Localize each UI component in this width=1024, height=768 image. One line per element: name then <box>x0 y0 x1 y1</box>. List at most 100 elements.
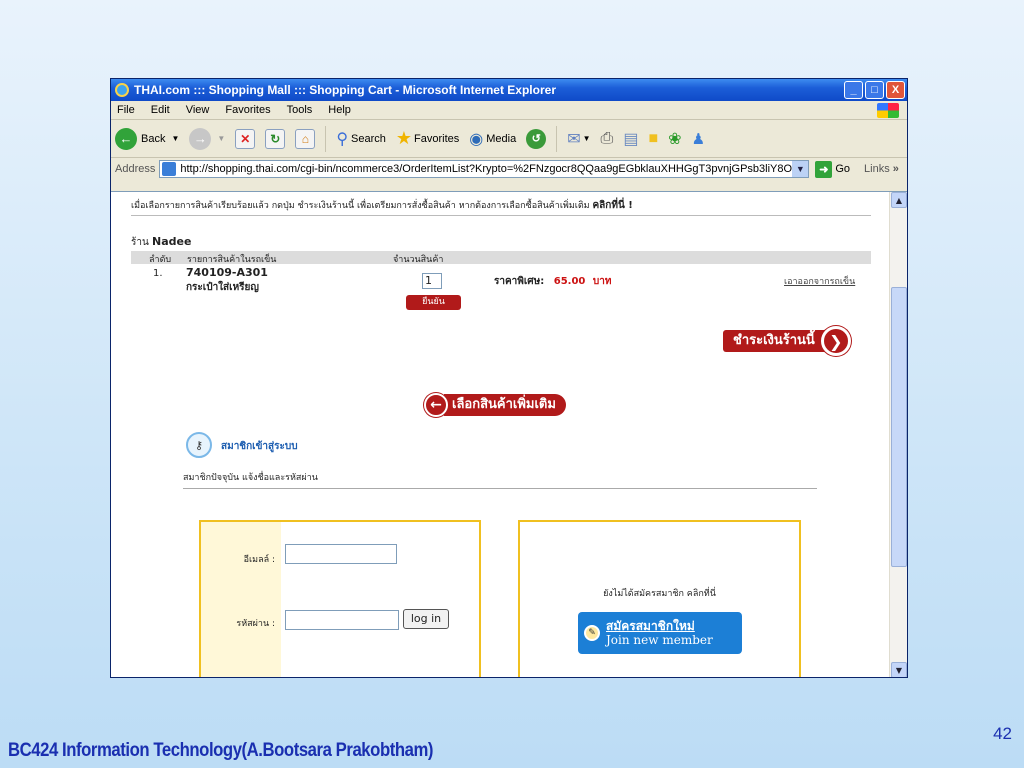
login-label-column <box>201 522 281 677</box>
price-unit: บาท <box>592 276 612 287</box>
window-title: THAI.com ::: Shopping Mall ::: Shopping … <box>134 83 556 97</box>
media-button[interactable]: ◉ Media <box>469 129 516 149</box>
arrow-left-icon: ← <box>424 393 448 417</box>
print-icon[interactable]: ⎙ <box>601 130 614 148</box>
register-icon: ✎ <box>584 625 600 641</box>
go-button[interactable]: ➜ Go <box>815 160 851 178</box>
register-box: ยังไม่ได้สมัครสมาชิก คลิกที่นี่ ✎ สมัครส… <box>518 520 801 677</box>
edit-icon[interactable]: ▤ <box>623 129 638 149</box>
toolbar: ← Back ▼ → ▼ ✕ ↻ ⌂ ⚲ Search ★ Favorites … <box>111 120 907 158</box>
menu-tools[interactable]: Tools <box>287 104 313 116</box>
messenger-icon[interactable]: ❀ <box>668 129 681 149</box>
close-button[interactable]: X <box>886 81 905 99</box>
go-label: Go <box>835 163 851 175</box>
join-english-label: Join new member <box>606 633 713 647</box>
choose-more-label: เลือกสินค้าเพิ่มเติม <box>444 394 566 416</box>
menu-help[interactable]: Help <box>328 104 351 116</box>
shop-name: Nadee <box>152 235 192 248</box>
item-name: กระเป๋าใส่เหรียญ <box>186 282 259 293</box>
remove-from-cart-link[interactable]: เอาออกจากรถเข็น <box>784 274 855 288</box>
back-button[interactable]: ← Back ▼ <box>115 127 179 150</box>
choose-more-button[interactable]: ← เลือกสินค้าเพิ่มเติม <box>424 392 578 418</box>
home-icon[interactable]: ⌂ <box>295 128 316 149</box>
people-icon[interactable]: ♟ <box>692 130 705 148</box>
menu-edit[interactable]: Edit <box>151 104 170 116</box>
title-bar: THAI.com ::: Shopping Mall ::: Shopping … <box>111 79 907 101</box>
dropdown-arrow-icon: ▼ <box>582 134 591 143</box>
go-arrow-icon: ➜ <box>815 160 833 178</box>
page-content: เมื่อเลือกรายการสินค้าเรียบร้อยแล้ว กดปุ… <box>111 192 889 677</box>
member-login-subtitle: สมาชิกปัจจุบัน แจ้งชื่อและรหัสผ่าน <box>183 473 318 483</box>
slide-footer: BC424 Information Technology(A.Bootsara … <box>8 740 434 761</box>
login-button[interactable]: log in <box>403 609 449 629</box>
scroll-down-icon[interactable]: ▼ <box>891 662 907 677</box>
toolbar-separator <box>556 125 558 152</box>
password-label: รหัสผ่าน : <box>236 619 275 629</box>
scroll-up-icon[interactable]: ▲ <box>891 192 907 208</box>
col-quantity: จำนวนสินค้า <box>393 255 444 265</box>
scroll-thumb[interactable] <box>891 287 907 567</box>
shop-label: ร้าน Nadee <box>131 235 191 250</box>
menu-bar: File Edit View Favorites Tools Help <box>111 101 907 120</box>
vertical-scrollbar[interactable]: ▲ ▼ <box>889 192 907 677</box>
menu-file[interactable]: File <box>117 104 135 116</box>
join-new-member-button[interactable]: ✎ สมัครสมาชิกใหม่ Join new member <box>578 612 742 654</box>
minimize-button[interactable]: _ <box>844 81 863 99</box>
item-number: 1. <box>153 268 163 279</box>
ie-icon <box>115 83 129 97</box>
search-label: Search <box>351 132 386 145</box>
maximize-button[interactable]: □ <box>865 81 884 99</box>
divider <box>131 215 871 216</box>
search-button[interactable]: ⚲ Search <box>336 129 386 149</box>
notice-link[interactable]: คลิกที่นี่ ! <box>592 200 632 211</box>
chevron-down-icon[interactable]: ▼ <box>792 161 809 177</box>
refresh-icon[interactable]: ↻ <box>265 128 286 149</box>
pay-label: ชำระเงินร้านนี้ <box>723 330 825 352</box>
member-login-title[interactable]: สมาชิกเข้าสู่ระบบ <box>221 439 298 454</box>
login-box: อีเมลล์ : รหัสผ่าน : log in <box>199 520 481 677</box>
forward-arrow-icon: → <box>189 127 212 150</box>
folder-icon[interactable]: ■ <box>648 130 658 148</box>
item-price: ราคาพิเศษ: 65.00 บาท <box>494 274 611 289</box>
windows-logo-icon <box>877 103 899 118</box>
stop-icon[interactable]: ✕ <box>235 128 256 149</box>
links-toolbar[interactable]: Links » <box>864 163 899 175</box>
mail-icon[interactable]: ✉ <box>567 129 580 149</box>
favorites-label: Favorites <box>414 132 460 145</box>
address-bar: Address http://shopping.thai.com/cgi-bin… <box>111 158 907 180</box>
address-url: http://shopping.thai.com/cgi-bin/ncommer… <box>180 163 801 175</box>
dropdown-arrow-icon: ▼ <box>217 134 226 143</box>
not-member-text: ยังไม่ได้สมัครสมาชิก คลิกที่นี่ <box>603 589 716 599</box>
password-field[interactable] <box>285 610 399 630</box>
col-order: ลำดับ <box>149 255 172 265</box>
browser-window: THAI.com ::: Shopping Mall ::: Shopping … <box>110 78 908 678</box>
toolbar-separator <box>325 125 327 152</box>
price-amount: 65.00 <box>553 276 586 287</box>
cart-notice: เมื่อเลือกรายการสินค้าเรียบร้อยแล้ว กดปุ… <box>131 198 633 213</box>
media-label: Media <box>486 132 517 145</box>
history-icon[interactable]: ↺ <box>526 128 547 149</box>
address-input[interactable]: http://shopping.thai.com/cgi-bin/ncommer… <box>159 160 810 178</box>
pay-this-shop-button[interactable]: ชำระเงินร้านนี้ ❯ <box>723 326 869 356</box>
item-code: 740109-A301 <box>186 266 268 279</box>
back-label: Back <box>141 132 166 145</box>
links-label: Links <box>864 163 890 175</box>
star-icon: ★ <box>395 128 413 148</box>
page-icon <box>162 162 177 176</box>
search-icon: ⚲ <box>336 130 349 148</box>
chevron-right-icon: ❯ <box>820 326 851 356</box>
back-arrow-icon: ← <box>115 127 137 150</box>
email-label: อีเมลล์ : <box>243 555 275 565</box>
email-field[interactable] <box>285 544 397 564</box>
divider <box>183 488 817 489</box>
price-label: ราคาพิเศษ: <box>494 276 545 287</box>
menu-view[interactable]: View <box>186 104 210 116</box>
favorites-button[interactable]: ★ Favorites <box>396 128 459 149</box>
address-label: Address <box>115 163 156 175</box>
page-viewport: เมื่อเลือกรายการสินค้าเรียบร้อยแล้ว กดปุ… <box>111 191 907 677</box>
menu-favorites[interactable]: Favorites <box>225 104 270 116</box>
quantity-input[interactable]: 1 <box>422 273 442 289</box>
forward-button[interactable]: → ▼ <box>189 127 226 150</box>
media-icon: ◉ <box>469 130 484 148</box>
confirm-button[interactable]: ยืนยัน <box>406 295 461 310</box>
